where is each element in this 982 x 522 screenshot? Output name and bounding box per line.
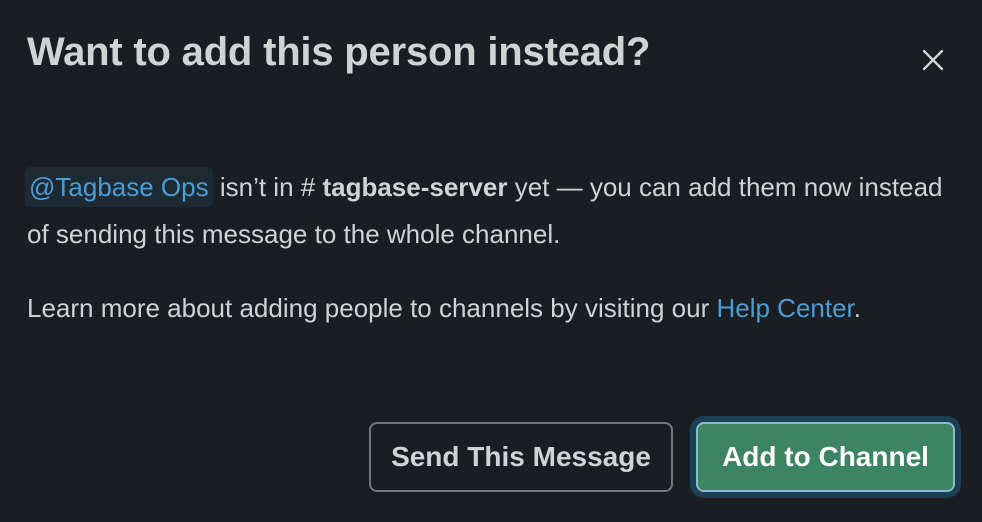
user-mention[interactable]: @Tagbase Ops [25,167,213,207]
channel-name[interactable]: tagbase-server [322,172,507,202]
add-to-channel-dialog: Want to add this person instead? @Tagbas… [0,0,982,522]
not-in-channel-message: @Tagbase Ops isn’t in # tagbase-server y… [25,164,957,258]
help-text-after-link: . [853,293,862,323]
help-message: Learn more about adding people to channe… [27,285,957,332]
close-button[interactable] [908,40,958,80]
help-center-link[interactable]: Help Center [716,293,853,323]
channel-hash-icon: # [300,172,316,202]
send-this-message-button[interactable]: Send This Message [369,422,673,492]
add-to-channel-button[interactable]: Add to Channel [696,422,955,492]
close-icon [922,49,944,71]
dialog-title: Want to add this person instead? [27,30,651,74]
message-text-before-channel: isn’t in [212,172,301,202]
help-text-before-link: Learn more about adding people to channe… [27,293,717,323]
